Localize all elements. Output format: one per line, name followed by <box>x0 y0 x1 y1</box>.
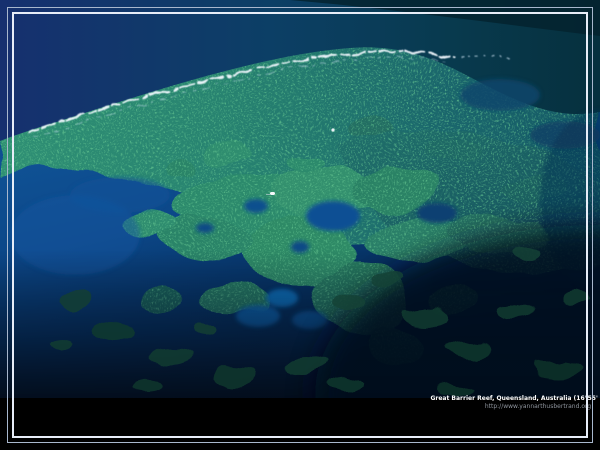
photo-caption: Great Barrier Reef, Queensland, Australi… <box>426 395 600 410</box>
reef-photo <box>0 0 600 398</box>
caption-url: http://www.yannarthusbertrand.org <box>426 403 600 410</box>
wallpaper: Great Barrier Reef, Queensland, Australi… <box>0 0 600 450</box>
caption-title: Great Barrier Reef, Queensland, Australi… <box>426 395 600 402</box>
